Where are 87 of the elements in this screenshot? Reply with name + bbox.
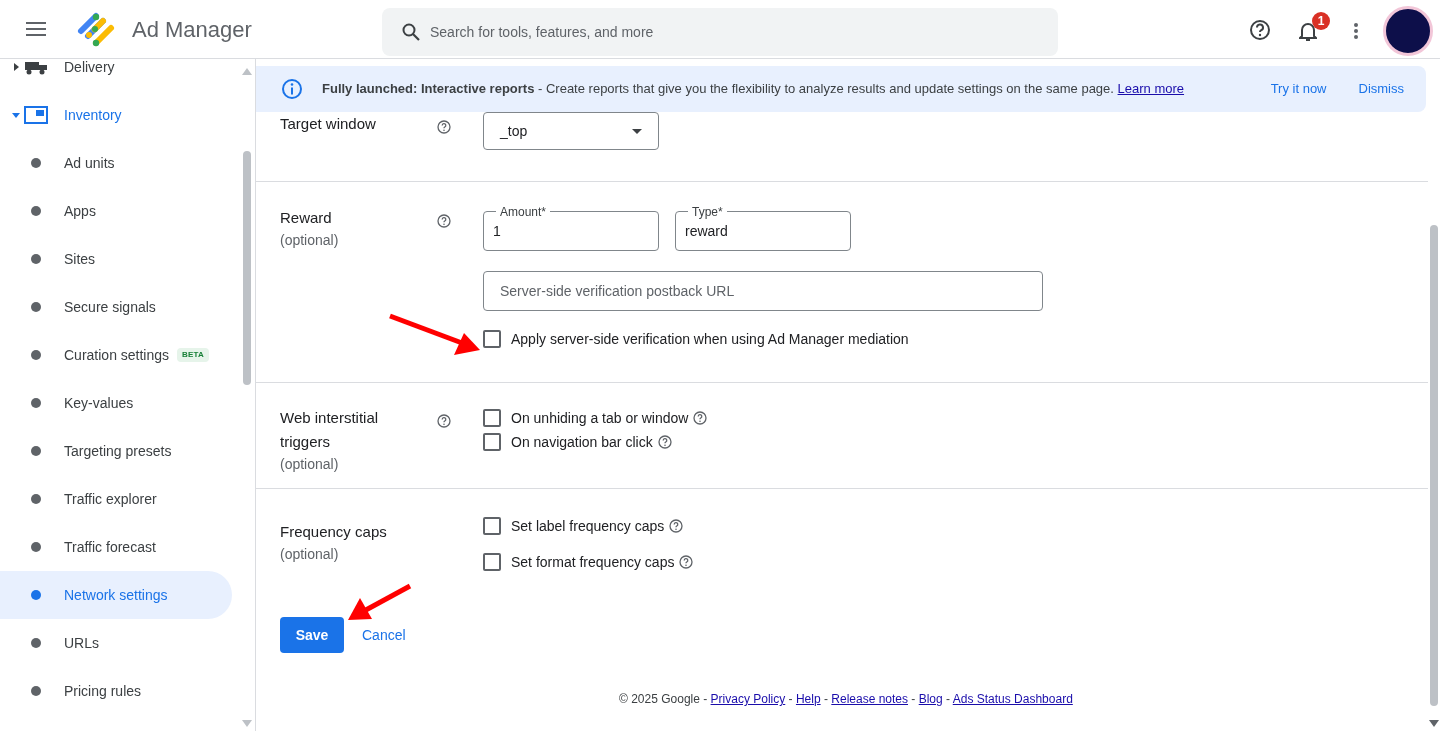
nav-item[interactable]: Key-values — [0, 379, 232, 427]
bullet-icon — [31, 590, 41, 600]
help-icon[interactable] — [1249, 19, 1271, 41]
caret-icon[interactable] — [12, 63, 20, 71]
checkbox[interactable] — [483, 409, 501, 427]
bullet-icon — [31, 542, 41, 552]
optional-note: (optional) — [280, 545, 340, 564]
footer-link[interactable]: Ads Status Dashboard — [952, 692, 1073, 706]
learn-more-link[interactable]: Learn more — [1117, 81, 1185, 97]
help-icon[interactable] — [657, 435, 672, 449]
nav-item[interactable]: Apps — [0, 187, 232, 235]
input[interactable]: Server-side verification postback URL — [500, 280, 1026, 302]
nav-item[interactable]: Traffic forecast — [0, 523, 232, 571]
bullet-icon — [31, 254, 41, 264]
checkbox-label: On unhiding a tab or window — [511, 408, 689, 428]
nav-item[interactable]: Delivery — [0, 59, 232, 91]
checkbox-label: On navigation bar click — [511, 432, 653, 452]
bullet-icon — [31, 686, 41, 696]
notification-count: 1 — [1312, 12, 1330, 30]
help-icon[interactable] — [693, 411, 708, 425]
bullet-icon — [31, 638, 41, 648]
checkbox-label: Set format frequency caps — [511, 552, 675, 572]
input[interactable]: 1 — [493, 220, 649, 242]
help-icon[interactable] — [437, 414, 451, 428]
truck-icon — [24, 59, 48, 77]
help-icon[interactable] — [437, 214, 451, 228]
banner-message: Fully launched: Interactive reports - Create reports that give you the flexibility to analyze results and update settings on the same page. Learn more — [322, 80, 1185, 99]
checkbox[interactable] — [483, 330, 501, 348]
caret-icon[interactable] — [12, 112, 20, 118]
bullet-icon — [31, 206, 41, 216]
nav-item[interactable]: Inventory — [0, 91, 232, 139]
bullet-icon — [31, 350, 41, 360]
search-input[interactable]: Search for tools, features, and more — [430, 21, 1058, 43]
field-label: Reward — [280, 208, 333, 228]
annotation-arrow — [346, 583, 412, 623]
checkbox-label: Set label frequency caps — [511, 516, 665, 536]
bullet-icon — [31, 446, 41, 456]
target-window-dropdown[interactable]: _top — [483, 112, 659, 150]
nav-item[interactable]: Network settings — [0, 571, 232, 619]
nav-item[interactable]: Traffic explorer — [0, 475, 232, 523]
field-label: Frequency caps — [280, 522, 388, 542]
info-icon — [281, 78, 303, 100]
save-button[interactable]: Save — [280, 617, 344, 653]
app-title: Ad Manager — [132, 15, 252, 44]
checkbox-label: Apply server-side verification when using Ad Manager mediation — [511, 329, 909, 349]
bullet-icon — [31, 494, 41, 504]
optional-note: (optional) — [280, 455, 340, 474]
nav-item[interactable]: Sites — [0, 235, 232, 283]
input[interactable]: reward — [685, 220, 841, 242]
optional-note: (optional) — [280, 231, 340, 250]
footer-text: © 2025 Google - Privacy Policy - Help - Release notes - Blog - Ads Status Dashboard — [619, 691, 1074, 708]
url-field[interactable]: Server-side verification postback URL — [483, 271, 1043, 311]
avatar[interactable] — [1383, 6, 1433, 56]
nav-item[interactable]: Curation settings BETA — [0, 331, 232, 379]
notifications-icon[interactable] — [1299, 20, 1317, 42]
checkbox[interactable] — [483, 433, 501, 451]
nav-item[interactable]: Targeting presets — [0, 427, 232, 475]
beta-badge: BETA — [177, 348, 210, 362]
more-options-icon[interactable] — [1352, 22, 1360, 40]
help-icon[interactable] — [679, 555, 694, 569]
bullet-icon — [31, 398, 41, 408]
window-icon — [24, 105, 48, 125]
help-icon[interactable] — [437, 120, 451, 134]
nav-item[interactable]: Ad units — [0, 139, 232, 187]
banner-action-button[interactable]: Dismiss — [1358, 79, 1404, 99]
checkbox[interactable] — [483, 517, 501, 535]
banner-action-button[interactable]: Try it now — [1270, 79, 1327, 99]
help-icon[interactable] — [669, 519, 684, 533]
nav-item[interactable]: URLs — [0, 619, 232, 667]
footer-link[interactable]: Help — [795, 692, 821, 706]
checkbox[interactable] — [483, 553, 501, 571]
footer-link[interactable]: Release notes — [831, 692, 908, 706]
nav-item[interactable]: Secure signals — [0, 283, 232, 331]
footer-link[interactable]: Blog — [918, 692, 943, 706]
scrollbar-thumb[interactable] — [243, 151, 251, 385]
bullet-icon — [31, 158, 41, 168]
field-label: Target window — [280, 114, 377, 134]
nav-item[interactable]: Pricing rules — [0, 667, 232, 715]
scroll-down-icon[interactable] — [1429, 720, 1439, 727]
search-icon — [402, 23, 420, 41]
scrollbar-thumb[interactable] — [1430, 225, 1438, 706]
field-label: Web interstitial triggers — [280, 408, 380, 452]
cancel-link[interactable]: Cancel — [362, 624, 406, 646]
footer-link[interactable]: Privacy Policy — [710, 692, 786, 706]
dropdown-caret-icon — [632, 128, 642, 134]
search-field[interactable]: Search for tools, features, and more — [382, 8, 1058, 56]
bullet-icon — [31, 302, 41, 312]
